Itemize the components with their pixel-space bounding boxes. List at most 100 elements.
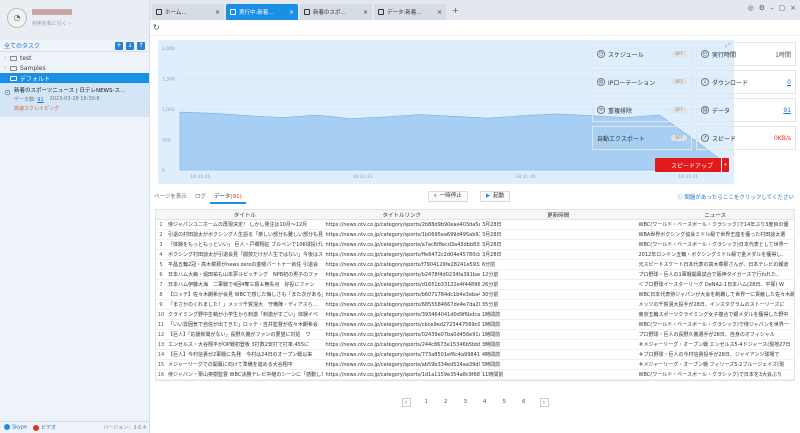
data-value[interactable]: 91 bbox=[783, 107, 791, 114]
task-count[interactable]: 91 bbox=[37, 97, 43, 103]
column-header[interactable]: ニュース bbox=[637, 211, 795, 219]
add-tab-icon[interactable]: + bbox=[448, 6, 463, 15]
table-row[interactable]: 9 「まさかのくれました！」メッツ千賀滉大 守備陣・ディアスら... https:/… bbox=[156, 300, 794, 310]
row-index: 2 bbox=[159, 231, 163, 238]
maximize-icon[interactable]: ▢ bbox=[779, 4, 786, 12]
speedup-button[interactable]: スピードアップ ▾ bbox=[655, 158, 729, 172]
new-folder-icon[interactable]: + bbox=[115, 41, 123, 50]
page-numbers: 1 2 3 4 5 6 bbox=[423, 399, 528, 405]
table-cell: 東京五輪スポーツクライミング女子複合で銀メダルを獲得した野中 bbox=[638, 312, 789, 318]
export-icon[interactable]: ↑ bbox=[137, 41, 145, 50]
table-row[interactable]: 12 【巨人】「応援新聞がない」長野久義がファンの要望に対処 ワ https://n… bbox=[156, 330, 794, 340]
table-cell: 侍ジャパン・栗山英樹監督 WBC決勝テレビ中継のシーンに「感動した」 bbox=[167, 372, 324, 378]
tab-home[interactable]: ホーム... × bbox=[152, 4, 224, 20]
data-tab-count: (91) bbox=[230, 194, 242, 200]
page-number[interactable]: 3 bbox=[462, 399, 470, 405]
upgrade-link[interactable]: 利用を私に行く › bbox=[32, 20, 71, 27]
close-icon[interactable]: × bbox=[363, 9, 368, 16]
column-header[interactable]: 更新時間 bbox=[480, 211, 637, 219]
table-row[interactable]: 7 日本ハム伊藤大海 二軍戦で4回4奪三振＆無失点 好投にファン https://n… bbox=[156, 280, 794, 290]
row-index: 5 bbox=[159, 261, 163, 268]
tab-label: 新着のスポ... bbox=[313, 10, 346, 16]
download-value[interactable]: 0 bbox=[787, 79, 791, 86]
folder-icon bbox=[10, 55, 17, 61]
data-table: タイトル タイトルリンク 更新時間 ニュース 1 侍ジャパンユニホームの再現決定！… bbox=[155, 209, 795, 381]
help-link[interactable]: ⓘ 問題があったらここをクリックしてください bbox=[677, 193, 794, 201]
table-cell: 26分前 bbox=[481, 282, 499, 288]
folder-test[interactable]: › test bbox=[0, 53, 149, 63]
data-cell: ▤ データ 91 bbox=[696, 98, 796, 122]
table-row[interactable]: 16 侍ジャパン・栗山英樹監督 WBC決勝テレビ中継のシーンに「感動した」 http… bbox=[156, 370, 794, 380]
tab-page-view[interactable]: ページを表示 bbox=[150, 190, 191, 204]
prev-page-button[interactable]: ‹ bbox=[401, 397, 411, 407]
table-row[interactable]: 11 「いい雰囲気で自信が出てきた」ロッテ・吉井監督が佐々木朗希会 https://… bbox=[156, 320, 794, 330]
ip-toggle[interactable]: OFF bbox=[671, 79, 687, 85]
table-cell: 35分前 bbox=[481, 302, 499, 308]
column-header[interactable]: タイトルリンク bbox=[323, 211, 480, 219]
schedule-toggle[interactable]: OFF bbox=[671, 51, 687, 57]
autoexport-toggle[interactable]: OFF bbox=[671, 135, 687, 141]
table-row[interactable]: 6 日本ハム大嶋・堀田祐も山本夢斗ピッチング NPB初の男子のファ https://… bbox=[156, 270, 794, 280]
next-page-button[interactable]: › bbox=[539, 397, 549, 407]
minimize-icon[interactable]: – bbox=[770, 4, 774, 12]
skype-label: Skype bbox=[12, 424, 28, 431]
table-cell: 侍ジャパンユニホームの再現決定！ しかし発注は10月～12月 bbox=[167, 222, 308, 228]
task-item[interactable]: ⊙ 新着のスポーツニュース | 日テレNEWS-ス... データ数: 91 202… bbox=[0, 83, 149, 117]
table-cell: https://news.ntv.co.jp/category/sports/f… bbox=[325, 261, 480, 268]
tab-label: 実行中:新着... bbox=[239, 10, 274, 16]
close-window-icon[interactable]: × bbox=[790, 4, 796, 12]
table-row[interactable]: 5 平昌五輪2冠・高木菜那がnews zeroの金曜パートナー就任 引退会 http… bbox=[156, 260, 794, 270]
table-header: タイトル タイトルリンク 更新時間 ニュース bbox=[156, 210, 794, 220]
table-cell: https://news.ntv.co.jp/category/sports/c… bbox=[325, 321, 480, 328]
table-row[interactable]: 4 ボクシング村田諒太が引退会見「闘技だけが人生ではない」今後はス https://… bbox=[156, 250, 794, 260]
table-row[interactable]: 10 クライミング野中生萌が小学生から刺激「刺激がすごい」体験イベ https://… bbox=[156, 310, 794, 320]
page-number[interactable]: 2 bbox=[442, 399, 450, 405]
table-cell: 「まさかのくれました！」メッツ千賀滉大 守備陣・ディアスら... bbox=[167, 302, 318, 308]
table-row[interactable]: 2 引退の村田諒太がボクシング人生語る「楽しい部分も難しい部分も見 https://… bbox=[156, 230, 794, 240]
page-number[interactable]: 4 bbox=[481, 399, 489, 405]
page-number[interactable]: 1 bbox=[423, 399, 431, 405]
tab-running[interactable]: 実行中:新着... × bbox=[226, 4, 298, 20]
page-number[interactable]: 5 bbox=[501, 399, 509, 405]
speed-value: 0KB/s bbox=[773, 134, 791, 142]
skype-link[interactable]: Skype bbox=[4, 424, 27, 431]
table-row[interactable]: 1 侍ジャパンユニホームの再現決定！ しかし発注は10月～12月 https://n… bbox=[156, 220, 794, 230]
tab-data-results[interactable]: データ(91) bbox=[209, 190, 246, 204]
table-cell: 2012年ロンドン五輪・ボクシングミドル級で金メダルを獲得し、 bbox=[638, 252, 787, 258]
tab-data[interactable]: データ:新着... × bbox=[374, 4, 446, 20]
folder-samples[interactable]: › Samples bbox=[0, 63, 149, 73]
table-row[interactable]: 13 エンゼルス・大谷翔平がOP戦初登板 3打数2安打で打率.455に https:… bbox=[156, 340, 794, 350]
settings-icon[interactable]: ⚙ bbox=[759, 4, 765, 12]
dedup-toggle[interactable]: OFF bbox=[671, 107, 687, 113]
table-cell: https://news.ntv.co.jp/category/sports/a… bbox=[325, 361, 480, 368]
ip-rotation-cell: ◍ IPローテーション OFF bbox=[592, 70, 692, 94]
tab-log[interactable]: ログ bbox=[191, 190, 210, 204]
folder-default[interactable]: ⌄ デフォルト bbox=[0, 73, 149, 83]
start-button[interactable]: ▶ 起動 bbox=[480, 191, 511, 202]
data-tab-label: データ bbox=[213, 194, 231, 200]
close-icon[interactable]: × bbox=[215, 9, 220, 16]
close-icon[interactable]: × bbox=[289, 9, 294, 16]
table-cell: https://news.ntv.co.jp/category/sports/3… bbox=[325, 311, 480, 318]
account-icon[interactable]: ◎ bbox=[748, 4, 754, 12]
table-cell: 引退の村田諒太がボクシング人生語る「楽しい部分も難しい部分も見 bbox=[167, 232, 323, 238]
close-icon[interactable]: × bbox=[437, 9, 442, 16]
table-row[interactable]: 14 【巨人】今村信貴が2軍戦に先発 今村は24日のオープン戦以来 https://… bbox=[156, 350, 794, 360]
avatar[interactable]: ◔ bbox=[7, 8, 27, 28]
table-cell: https://news.ntv.co.jp/category/sports/f… bbox=[325, 251, 480, 258]
import-icon[interactable]: ↓ bbox=[126, 41, 134, 50]
pause-button[interactable]: ⏸ 一時停止 bbox=[428, 191, 468, 202]
table-row[interactable]: 8 【ロッテ】佐々木朗希が会見 WBCで感じた悔しさも「また次がある」(https… bbox=[156, 290, 794, 300]
table-row[interactable]: 3 「体験をもっともっといい」 巨人・戸郷翔征 ブルペンで106球投げ込 https… bbox=[156, 240, 794, 250]
all-tasks-label[interactable]: 全てのタスク bbox=[4, 41, 40, 50]
table-row[interactable]: 15 メジャーリーグでの開幕に向けて準備を進める大谷翔平 https://news.… bbox=[156, 360, 794, 370]
video-link[interactable]: ビデオ bbox=[33, 424, 56, 431]
download-label: ダウンロード bbox=[712, 79, 749, 87]
column-header[interactable]: タイトル bbox=[166, 211, 324, 219]
page-number[interactable]: 6 bbox=[520, 399, 528, 405]
row-index: 3 bbox=[159, 241, 163, 248]
refresh-icon[interactable]: ↻ bbox=[153, 23, 160, 32]
tab-task-edit[interactable]: 新着のスポ... × bbox=[300, 4, 372, 20]
autoexport-cell: 自動エクスポート OFF bbox=[592, 126, 692, 150]
dropdown-icon[interactable]: ▾ bbox=[721, 158, 729, 172]
